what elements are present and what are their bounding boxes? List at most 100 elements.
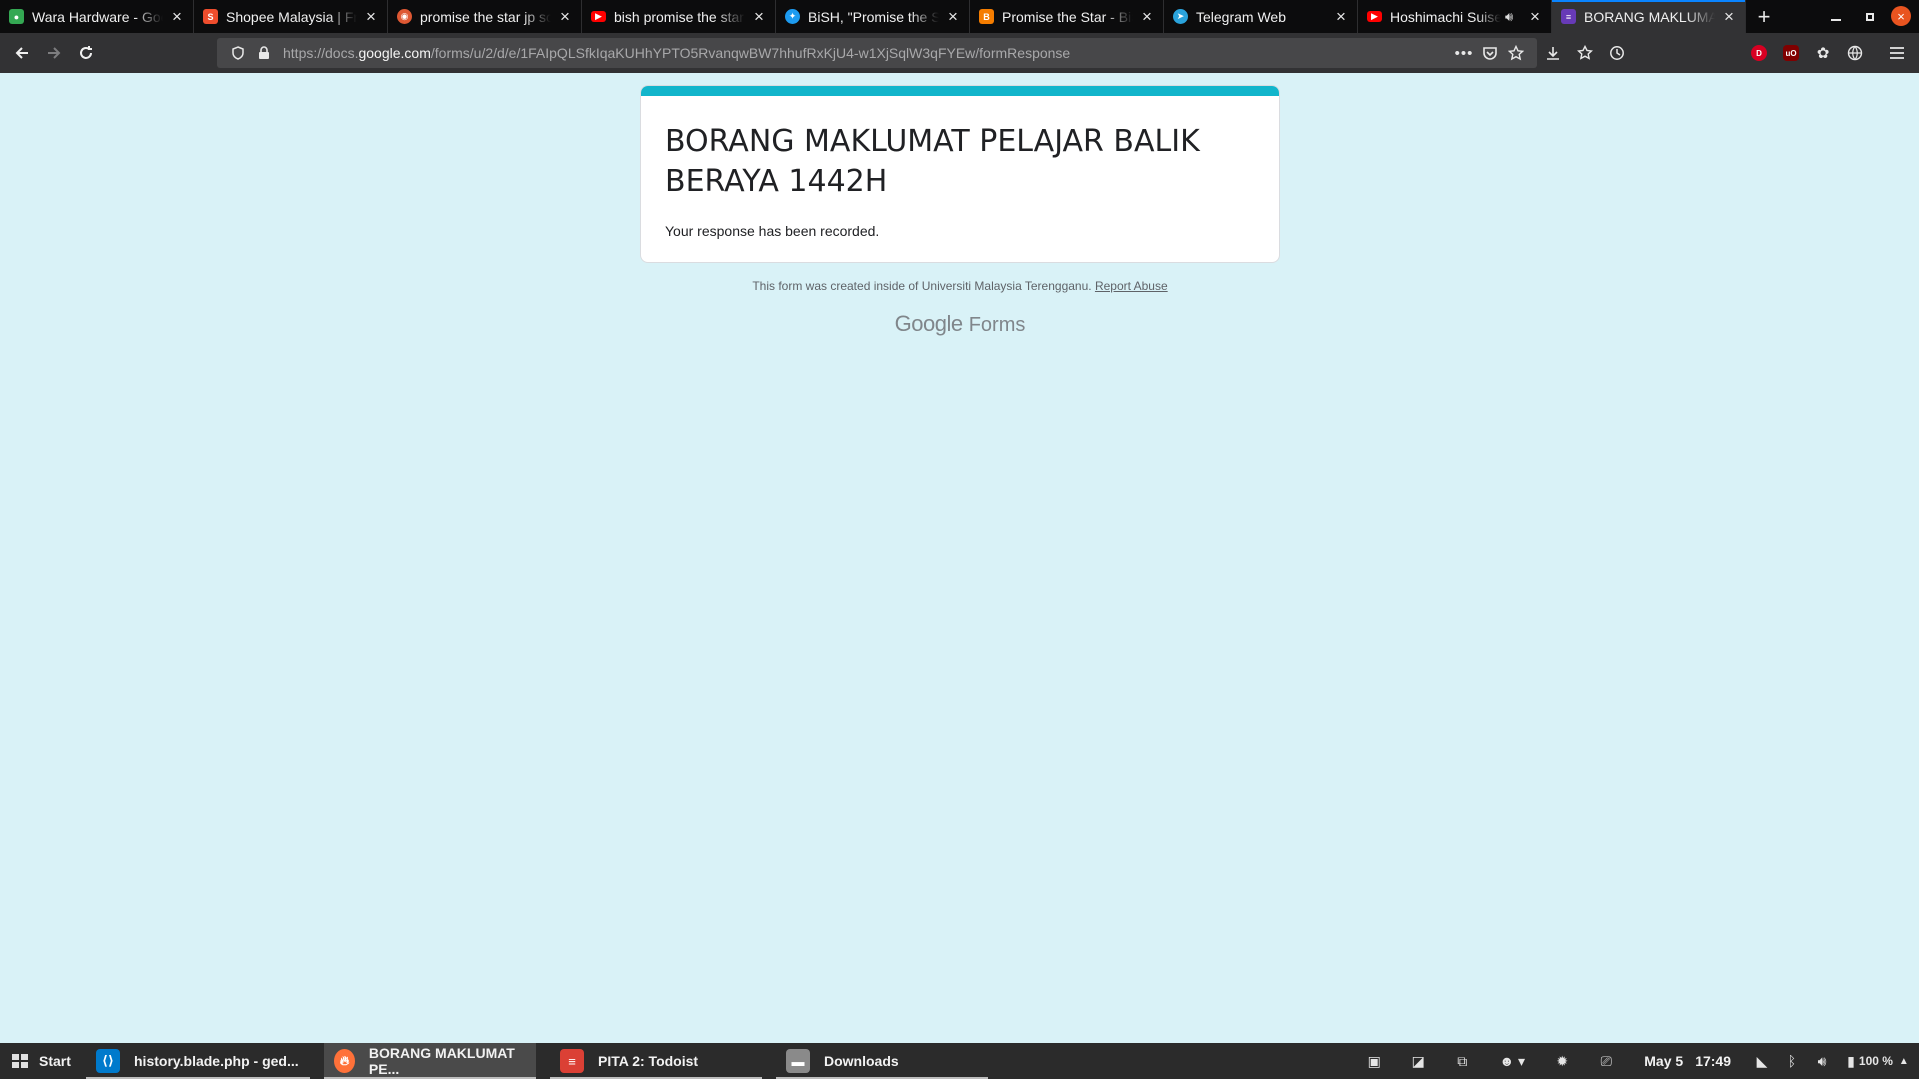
close-icon[interactable]: × [557,8,573,25]
tab-blogger-promise-star[interactable]: B Promise the Star - BiSH × [970,0,1164,33]
bluetooth-icon[interactable]: ᛒ [1777,1053,1807,1069]
bookmarks-library-button[interactable] [1569,37,1601,69]
maps-pin-icon: ● [9,9,24,24]
address-bar[interactable]: https://docs.google.com/forms/u/2/d/e/1F… [217,38,1537,68]
tab-title: promise the star jp song [420,8,551,25]
taskbar-item-label: PITA 2: Todoist [598,1053,699,1069]
taskbar-item-todoist[interactable]: ≡ PITA 2: Todoist [550,1043,762,1079]
history-button[interactable] [1601,37,1633,69]
close-icon[interactable]: × [1139,8,1155,25]
google-forms-icon: ≡ [1561,9,1576,24]
tab-title: bish promise the star - YouTube [614,8,745,25]
tab-borang-maklumat[interactable]: ≡ BORANG MAKLUMAT PELAJAR × [1552,0,1746,33]
start-button[interactable]: Start [0,1043,86,1079]
brand-google: Google [894,311,963,336]
ublock-shield-icon: uO [1783,45,1799,61]
back-arrow-icon [15,47,28,59]
report-abuse-link[interactable]: Report Abuse [1095,279,1168,293]
wifi-icon[interactable]: ◣ [1747,1053,1777,1070]
close-icon[interactable]: × [945,8,961,25]
globe-icon [1847,45,1863,61]
tab-title: Telegram Web [1196,8,1287,25]
search-engine-icon: ◉ [397,9,412,24]
folder-icon: ▬ [786,1049,810,1073]
download-icon [1547,47,1559,60]
response-recorded-message: Your response has been recorded. [665,223,880,239]
tab-strip: ● Wara Hardware - Google Maps × S Shopee… [0,0,1919,33]
close-icon[interactable]: × [363,8,379,25]
screenshot-tray-icon[interactable]: ▣ [1352,1053,1396,1070]
brand-forms: Forms [968,314,1026,336]
close-icon[interactable]: × [751,8,767,25]
system-tray: ▣ ◪ ⧉ ☻ ▾ ✹ ⎚ May 5 17:49 ◣ ᛒ 🔊︎ ▮ 100 %… [1352,1043,1919,1079]
minimize-button[interactable] [1819,0,1853,33]
tab-title: Promise the Star - BiSH [1002,8,1133,25]
close-icon[interactable]: × [1721,8,1737,25]
tracking-protection-shield-icon[interactable] [225,40,251,66]
page-actions-menu-icon[interactable]: ••• [1451,40,1477,66]
close-icon[interactable]: × [1527,8,1543,25]
footer-text: This form was created inside of Universi… [752,279,1092,293]
extension-dark-reader[interactable]: D [1743,37,1775,69]
extension-ublock[interactable]: uO [1775,37,1807,69]
google-forms-logo[interactable]: Google Forms [640,311,1280,337]
extension-d-icon: D [1751,45,1767,61]
chevron-up-icon: ▲ [1898,1055,1909,1067]
maximize-button[interactable] [1853,0,1887,33]
starred-list-icon [1577,45,1593,60]
camera-tray-icon[interactable]: ⎚ [1584,1053,1628,1070]
extension-translate[interactable] [1839,37,1871,69]
firefox-icon: 🔥︎ [334,1049,355,1073]
hamburger-menu-icon [1890,47,1904,59]
tab-youtube-bish[interactable]: ▶ bish promise the star - YouTube × [582,0,776,33]
back-button[interactable] [6,37,38,69]
taskbar-item-firefox[interactable]: 🔥︎ BORANG MAKLUMAT PE... [324,1043,536,1079]
notes-tray-icon[interactable]: ◪ [1396,1053,1440,1070]
taskbar-item-label: Downloads [824,1053,899,1069]
tab-title: Wara Hardware - Google Maps [32,8,163,25]
downloads-button[interactable] [1537,37,1569,69]
url-text[interactable]: https://docs.google.com/forms/u/2/d/e/1F… [283,45,1451,61]
close-icon[interactable]: × [169,8,185,25]
battery-indicator[interactable]: ▮ 100 % ▲ [1837,1053,1919,1070]
tab-search-promise-star[interactable]: ◉ promise the star jp song × [388,0,582,33]
app-menu-button[interactable] [1881,37,1913,69]
taskbar-item-gedit[interactable]: ⟨⟩ history.blade.php - ged... [86,1043,310,1079]
toolbar-right: D uO ✿ [1537,37,1913,69]
lock-icon[interactable] [251,40,277,66]
pocket-icon[interactable] [1477,40,1503,66]
form-footer: This form was created inside of Universi… [640,279,1280,293]
tab-telegram[interactable]: ➤ Telegram Web × [1164,0,1358,33]
volume-icon[interactable]: 🔊︎ [1807,1053,1837,1070]
footprint-icon: ✿ [1816,45,1830,62]
battery-icon: ▮ [1847,1052,1855,1069]
new-tab-button[interactable]: + [1746,0,1782,33]
speaker-icon[interactable]: 🔊︎ [1505,9,1521,25]
reload-button[interactable] [70,37,102,69]
clock-icon [1610,46,1624,60]
window-close-button[interactable]: × [1891,6,1911,26]
start-label: Start [39,1053,71,1069]
clock[interactable]: May 5 17:49 [1628,1053,1747,1069]
start-menu-icon [12,1054,28,1068]
taskbar-item-downloads[interactable]: ▬ Downloads [776,1043,988,1079]
extension-gnome[interactable]: ✿ [1807,37,1839,69]
telegram-icon: ➤ [1173,9,1188,24]
forward-arrow-icon [48,47,61,59]
tab-hoshimachi-suisei[interactable]: ▶ Hoshimachi Suisei 🔊︎ × [1358,0,1552,33]
form-accent-bar [641,86,1279,96]
tab-shopee[interactable]: S Shopee Malaysia | Free Shipping × [194,0,388,33]
close-icon[interactable]: × [1333,8,1349,25]
page-content: BORANG MAKLUMAT PELAJAR BALIK BERAYA 144… [0,73,1919,1043]
todoist-icon: ≡ [560,1049,584,1073]
bookmark-star-icon[interactable] [1503,40,1529,66]
tab-bish-promise-star[interactable]: ✦ BiSH, "Promise the Star" × [776,0,970,33]
gpu-tray-icon[interactable]: ✹ [1540,1053,1584,1070]
taskbar-item-label: history.blade.php - ged... [134,1053,299,1069]
windows-tray-icon[interactable]: ⧉ [1440,1053,1484,1070]
reload-icon [80,46,92,59]
form-response-card: BORANG MAKLUMAT PELAJAR BALIK BERAYA 144… [640,85,1280,263]
face-tray-icon[interactable]: ☻ ▾ [1484,1053,1540,1070]
forward-button[interactable] [38,37,70,69]
tab-wara-hardware[interactable]: ● Wara Hardware - Google Maps × [0,0,194,33]
